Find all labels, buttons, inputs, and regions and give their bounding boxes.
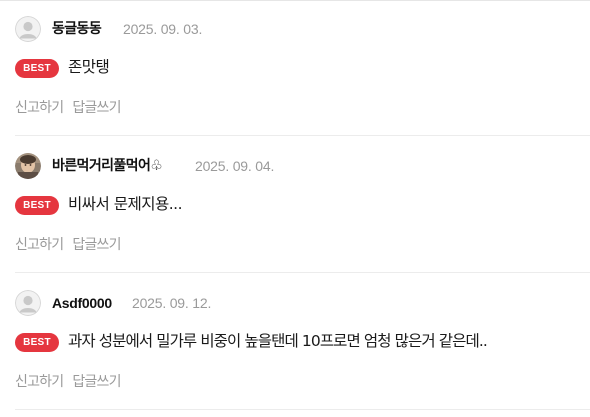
reply-button[interactable]: 답글쓰기 xyxy=(72,100,121,116)
comment-text: 과자 성분에서 밀가루 비중이 높을탠데 10프로면 엄청 많은거 같은데.. xyxy=(68,332,488,350)
report-button[interactable]: 신고하기 xyxy=(15,237,64,253)
reply-button[interactable]: 답글쓰기 xyxy=(72,374,121,390)
default-user-icon[interactable] xyxy=(15,290,41,316)
report-button[interactable]: 신고하기 xyxy=(15,374,64,390)
comment-item: Asdf0000 2025. 09. 12. BEST 과자 성분에서 밀가루 … xyxy=(0,274,590,410)
best-badge: BEST xyxy=(15,59,59,78)
comment-actions: 신고하기 답글쓰기 xyxy=(15,98,121,118)
comment-divider xyxy=(15,409,590,410)
comment-divider xyxy=(15,135,590,136)
comment-date: 2025. 09. 04. xyxy=(195,158,275,174)
comment-date: 2025. 09. 12. xyxy=(132,295,212,311)
comment-author[interactable]: 바른먹거리풀먹어♧ xyxy=(52,156,163,176)
comment-item: 동글동동 2025. 09. 03. BEST 존맛탱 신고하기 답글쓰기 xyxy=(0,0,590,136)
best-badge: BEST xyxy=(15,333,59,352)
comment-author[interactable]: Asdf0000 xyxy=(52,293,112,313)
comment-divider xyxy=(15,272,590,273)
comment-actions: 신고하기 답글쓰기 xyxy=(15,372,121,392)
comment-date: 2025. 09. 03. xyxy=(123,21,203,37)
profile-photo-avatar[interactable] xyxy=(15,153,41,179)
comment-actions: 신고하기 답글쓰기 xyxy=(15,235,121,255)
comment-author[interactable]: 동글동동 xyxy=(52,19,102,39)
comment-item: 바른먹거리풀먹어♧ 2025. 09. 04. BEST 비싸서 문제지용...… xyxy=(0,137,590,273)
best-badge: BEST xyxy=(15,196,59,215)
reply-button[interactable]: 답글쓰기 xyxy=(72,237,121,253)
comment-text: 비싸서 문제지용... xyxy=(68,195,183,213)
comment-text: 존맛탱 xyxy=(68,58,110,76)
default-user-icon[interactable] xyxy=(15,16,41,42)
report-button[interactable]: 신고하기 xyxy=(15,100,64,116)
